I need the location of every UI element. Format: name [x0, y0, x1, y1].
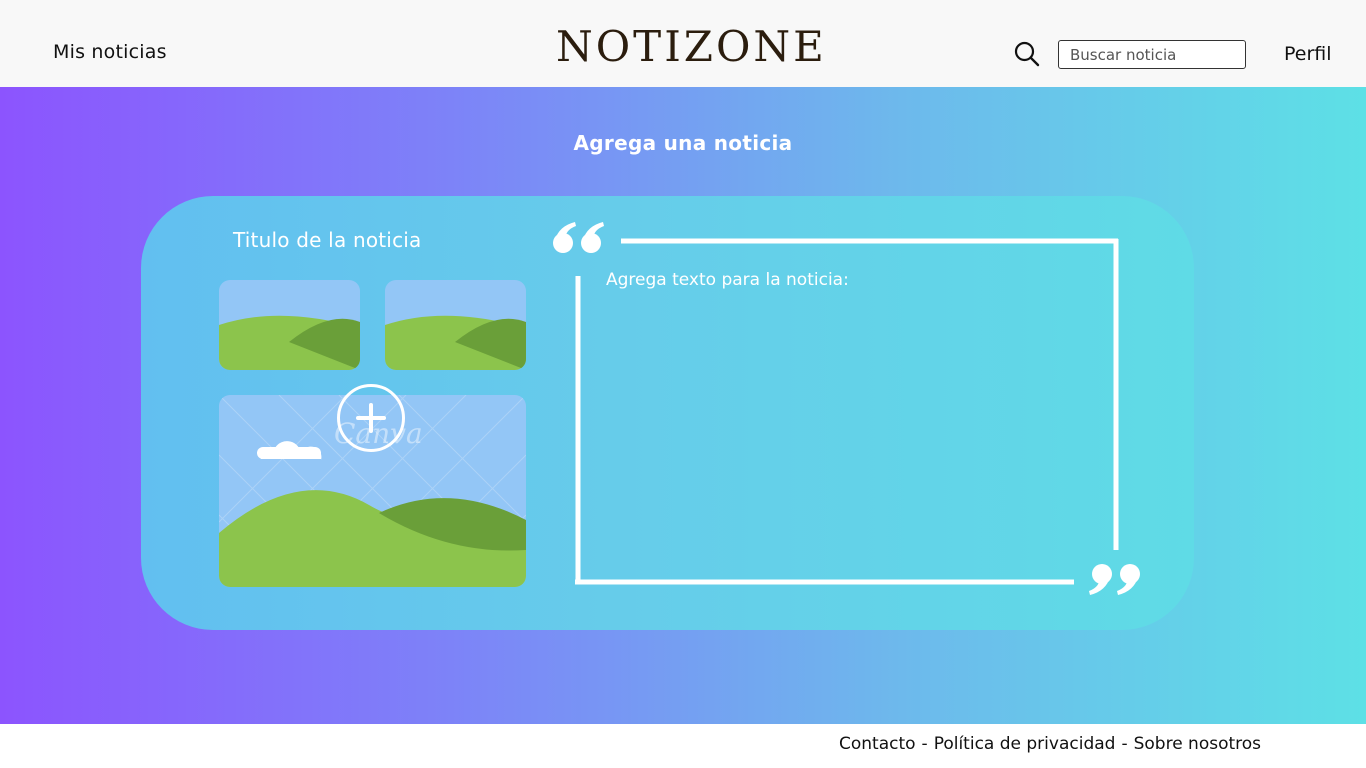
footer: Contacto - Política de privacidad - Sobre no… [0, 724, 1366, 768]
page-title: Agrega una noticia [573, 131, 793, 155]
news-editor-card: Titulo de la noticia Canva Agrega texto … [141, 196, 1194, 630]
contact-link[interactable]: Contacto [839, 734, 916, 754]
top-navbar: Mis noticias NOTIZONE Perfil [0, 0, 1366, 87]
news-body-textarea[interactable] [606, 270, 1111, 570]
add-image-button[interactable] [337, 384, 405, 452]
main-section: Agrega una noticia Titulo de la noticia [0, 87, 1366, 724]
image-placeholder[interactable] [219, 280, 360, 370]
footer-separator: - [1121, 734, 1128, 754]
news-title-field[interactable]: Titulo de la noticia [233, 228, 421, 252]
open-quote-icon [553, 222, 604, 253]
search-input[interactable] [1058, 40, 1246, 69]
about-us-link[interactable]: Sobre nosotros [1134, 734, 1261, 754]
my-news-link[interactable]: Mis noticias [53, 41, 167, 63]
search-icon[interactable] [1014, 41, 1040, 67]
image-placeholder[interactable] [385, 280, 526, 370]
privacy-policy-link[interactable]: Política de privacidad [934, 734, 1116, 754]
site-logo[interactable]: NOTIZONE [556, 22, 824, 71]
profile-link[interactable]: Perfil [1284, 43, 1332, 65]
footer-separator: - [921, 734, 928, 754]
footer-links: Contacto - Política de privacidad - Sobre no… [839, 734, 1261, 754]
